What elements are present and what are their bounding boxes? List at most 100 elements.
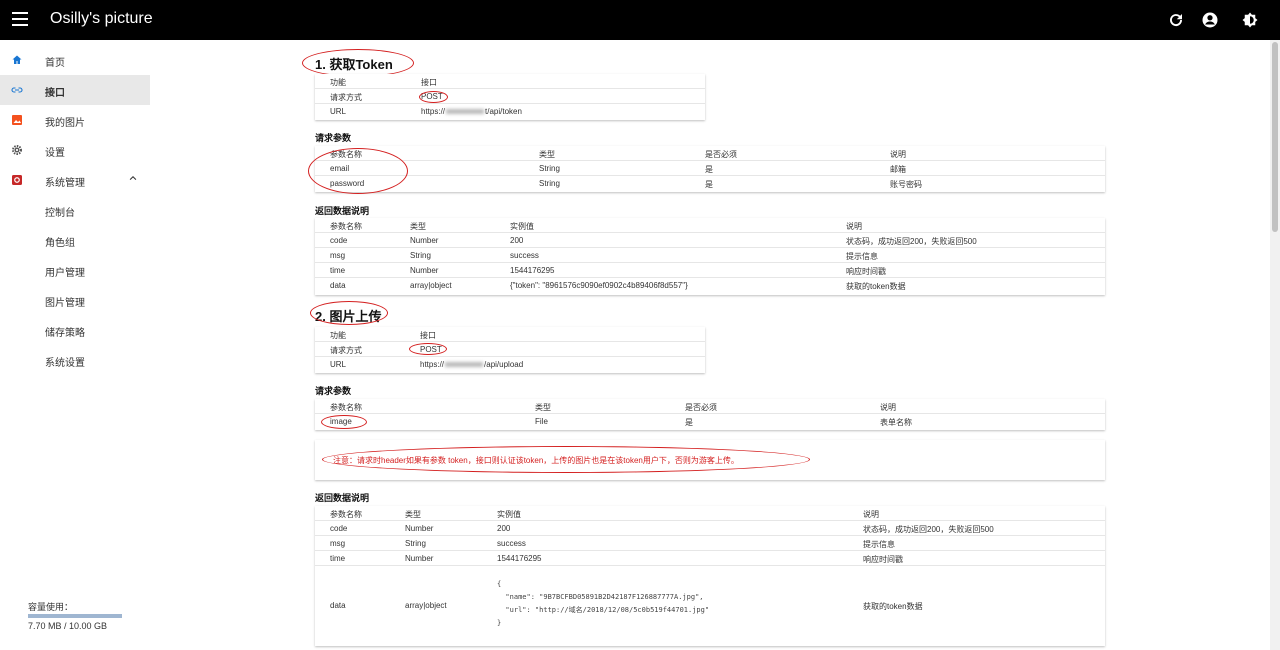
sidebar-item-settings[interactable]: 设置 <box>0 135 150 165</box>
storage-label: 容量使用： <box>28 602 74 612</box>
return-title: 返回数据说明 <box>315 206 370 216</box>
url-path: /api/upload <box>484 360 524 369</box>
scrollbar-thumb[interactable] <box>1272 42 1278 232</box>
url-path: t/api/token <box>485 107 522 116</box>
sidebar-item-images-admin[interactable]: 图片管理 <box>0 285 150 315</box>
sidebar-item-my-images[interactable]: 我的图片 <box>0 105 150 135</box>
sidebar-item-users[interactable]: 用户管理 <box>0 255 150 285</box>
sidebar-item-label: 设置 <box>45 148 65 159</box>
table-cell: 1544176295 <box>497 554 542 563</box>
sidebar-item-console[interactable]: 控制台 <box>0 195 150 225</box>
table-cell: 状态码，成功返回200，失败返回500 <box>863 525 994 534</box>
table-cell: 1544176295 <box>510 266 555 275</box>
api-docs: 1. 获取Token 功能 接口 请求方式 POST URL https://t… <box>150 40 1270 650</box>
table-cell: 响应时间戳 <box>846 267 886 276</box>
table-row: data array|object { "name": "9B7BCFBD058… <box>315 566 1105 646</box>
table-row: 请求方式 POST <box>315 342 705 357</box>
json-example: { "name": "9B7BCFBD05891B2D42187F1268877… <box>497 578 709 630</box>
table-cell: success <box>510 251 539 260</box>
sidebar-item-api[interactable]: 接口 <box>0 75 150 105</box>
json-line: { <box>497 580 502 588</box>
cell-value: 接口 <box>420 331 436 340</box>
table-row: msg String success 提示信息 <box>315 536 1105 551</box>
gear-icon <box>12 145 22 155</box>
table-cell: 200 <box>497 524 511 533</box>
table-cell: 提示信息 <box>863 540 895 549</box>
table-row: code Number 200 状态码，成功返回200，失败返回500 <box>315 233 1105 248</box>
cell-label: 功能 <box>330 331 346 340</box>
sidebar-item-system-settings[interactable]: 系统设置 <box>0 345 150 375</box>
annotation-oval <box>409 343 447 355</box>
header-cell: 实例值 <box>497 510 521 519</box>
return-table-upload: 参数名称 类型 实例值 说明 code Number 200 状态码，成功返回2… <box>315 506 1105 646</box>
chevron-up-icon[interactable] <box>128 173 138 183</box>
sidebar-item-system-admin[interactable]: 系统管理 <box>0 165 150 195</box>
cell-label: 请求方式 <box>330 93 362 102</box>
home-icon <box>12 55 22 64</box>
info-table-token: 功能 接口 请求方式 POST URL https:// t/api/token <box>315 74 705 120</box>
sidebar-item-label: 控制台 <box>45 208 75 219</box>
table-cell: data <box>330 601 346 610</box>
table-row: data array|object {"token": "8961576c909… <box>315 278 1105 293</box>
params-title: 请求参数 <box>315 133 352 143</box>
table-cell: 表单名称 <box>880 418 912 427</box>
table-header: 参数名称 类型 实例值 说明 <box>315 218 1105 233</box>
redacted-domain <box>446 109 485 115</box>
table-cell: {"token": "8961576c9090ef0902c4b89406f8d… <box>510 281 688 290</box>
table-cell: code <box>330 524 348 533</box>
account-icon[interactable] <box>1201 11 1219 29</box>
storage-progress-bar <box>28 614 122 618</box>
table-cell: Number <box>405 524 434 533</box>
annotation-oval <box>322 446 810 473</box>
sidebar-item-label: 首页 <box>45 58 65 69</box>
header-cell: 说明 <box>890 150 906 159</box>
table-header: 参数名称 类型 实例值 说明 <box>315 506 1105 521</box>
theme-icon[interactable] <box>1241 11 1259 29</box>
header-cell: 是否必须 <box>685 403 717 412</box>
header-cell: 参数名称 <box>330 510 362 519</box>
header-cell: 说明 <box>863 510 879 519</box>
table-row: 功能 接口 <box>315 74 705 89</box>
table-header: 参数名称 类型 是否必须 说明 <box>315 146 1105 161</box>
table-row: 功能 接口 <box>315 327 705 342</box>
table-cell: 状态码，成功返回200，失败返回500 <box>846 237 977 246</box>
annotation-oval <box>308 148 408 194</box>
table-cell: code <box>330 236 348 245</box>
url-value: https:// /api/upload <box>420 360 523 369</box>
annotation-oval <box>310 301 388 325</box>
table-row: URL https:// /api/upload <box>315 357 705 372</box>
sidebar-item-home[interactable]: 首页 <box>0 45 150 75</box>
table-cell: 邮箱 <box>890 165 906 174</box>
sidebar-item-label: 图片管理 <box>45 298 85 309</box>
header-cell: 参数名称 <box>330 222 362 231</box>
table-cell: 响应时间戳 <box>863 555 903 564</box>
sidebar-item-label: 角色组 <box>45 238 75 249</box>
sidebar-item-label: 我的图片 <box>45 118 85 129</box>
table-row: time Number 1544176295 响应时间戳 <box>315 263 1105 278</box>
table-cell: 是 <box>705 180 713 189</box>
table-cell: 是 <box>705 165 713 174</box>
annotation-oval <box>302 49 414 77</box>
table-cell: Number <box>410 236 439 245</box>
return-title: 返回数据说明 <box>315 493 370 503</box>
url-value: https:// t/api/token <box>421 107 522 116</box>
return-table-token: 参数名称 类型 实例值 说明 code Number 200 状态码，成功返回2… <box>315 218 1105 295</box>
sidebar-item-storage-policy[interactable]: 储存策略 <box>0 315 150 345</box>
table-cell: String <box>539 179 560 188</box>
table-cell: 获取的token数据 <box>863 602 923 611</box>
annotation-oval <box>419 91 448 103</box>
table-cell: String <box>539 164 560 173</box>
table-cell: File <box>535 417 548 426</box>
refresh-icon[interactable] <box>1167 11 1185 29</box>
header-cell: 参数名称 <box>330 403 362 412</box>
sidebar-item-roles[interactable]: 角色组 <box>0 225 150 255</box>
table-cell: Number <box>410 266 439 275</box>
json-line: "url": "http://域名/2018/12/08/5c0b519f447… <box>497 606 710 614</box>
menu-icon[interactable] <box>12 12 28 28</box>
sidebar-item-label: 系统设置 <box>45 358 85 369</box>
cell-label: URL <box>330 360 347 369</box>
sidebar-item-label: 接口 <box>45 88 65 99</box>
table-cell: Number <box>405 554 434 563</box>
header-cell: 说明 <box>880 403 896 412</box>
table-cell: 提示信息 <box>846 252 878 261</box>
